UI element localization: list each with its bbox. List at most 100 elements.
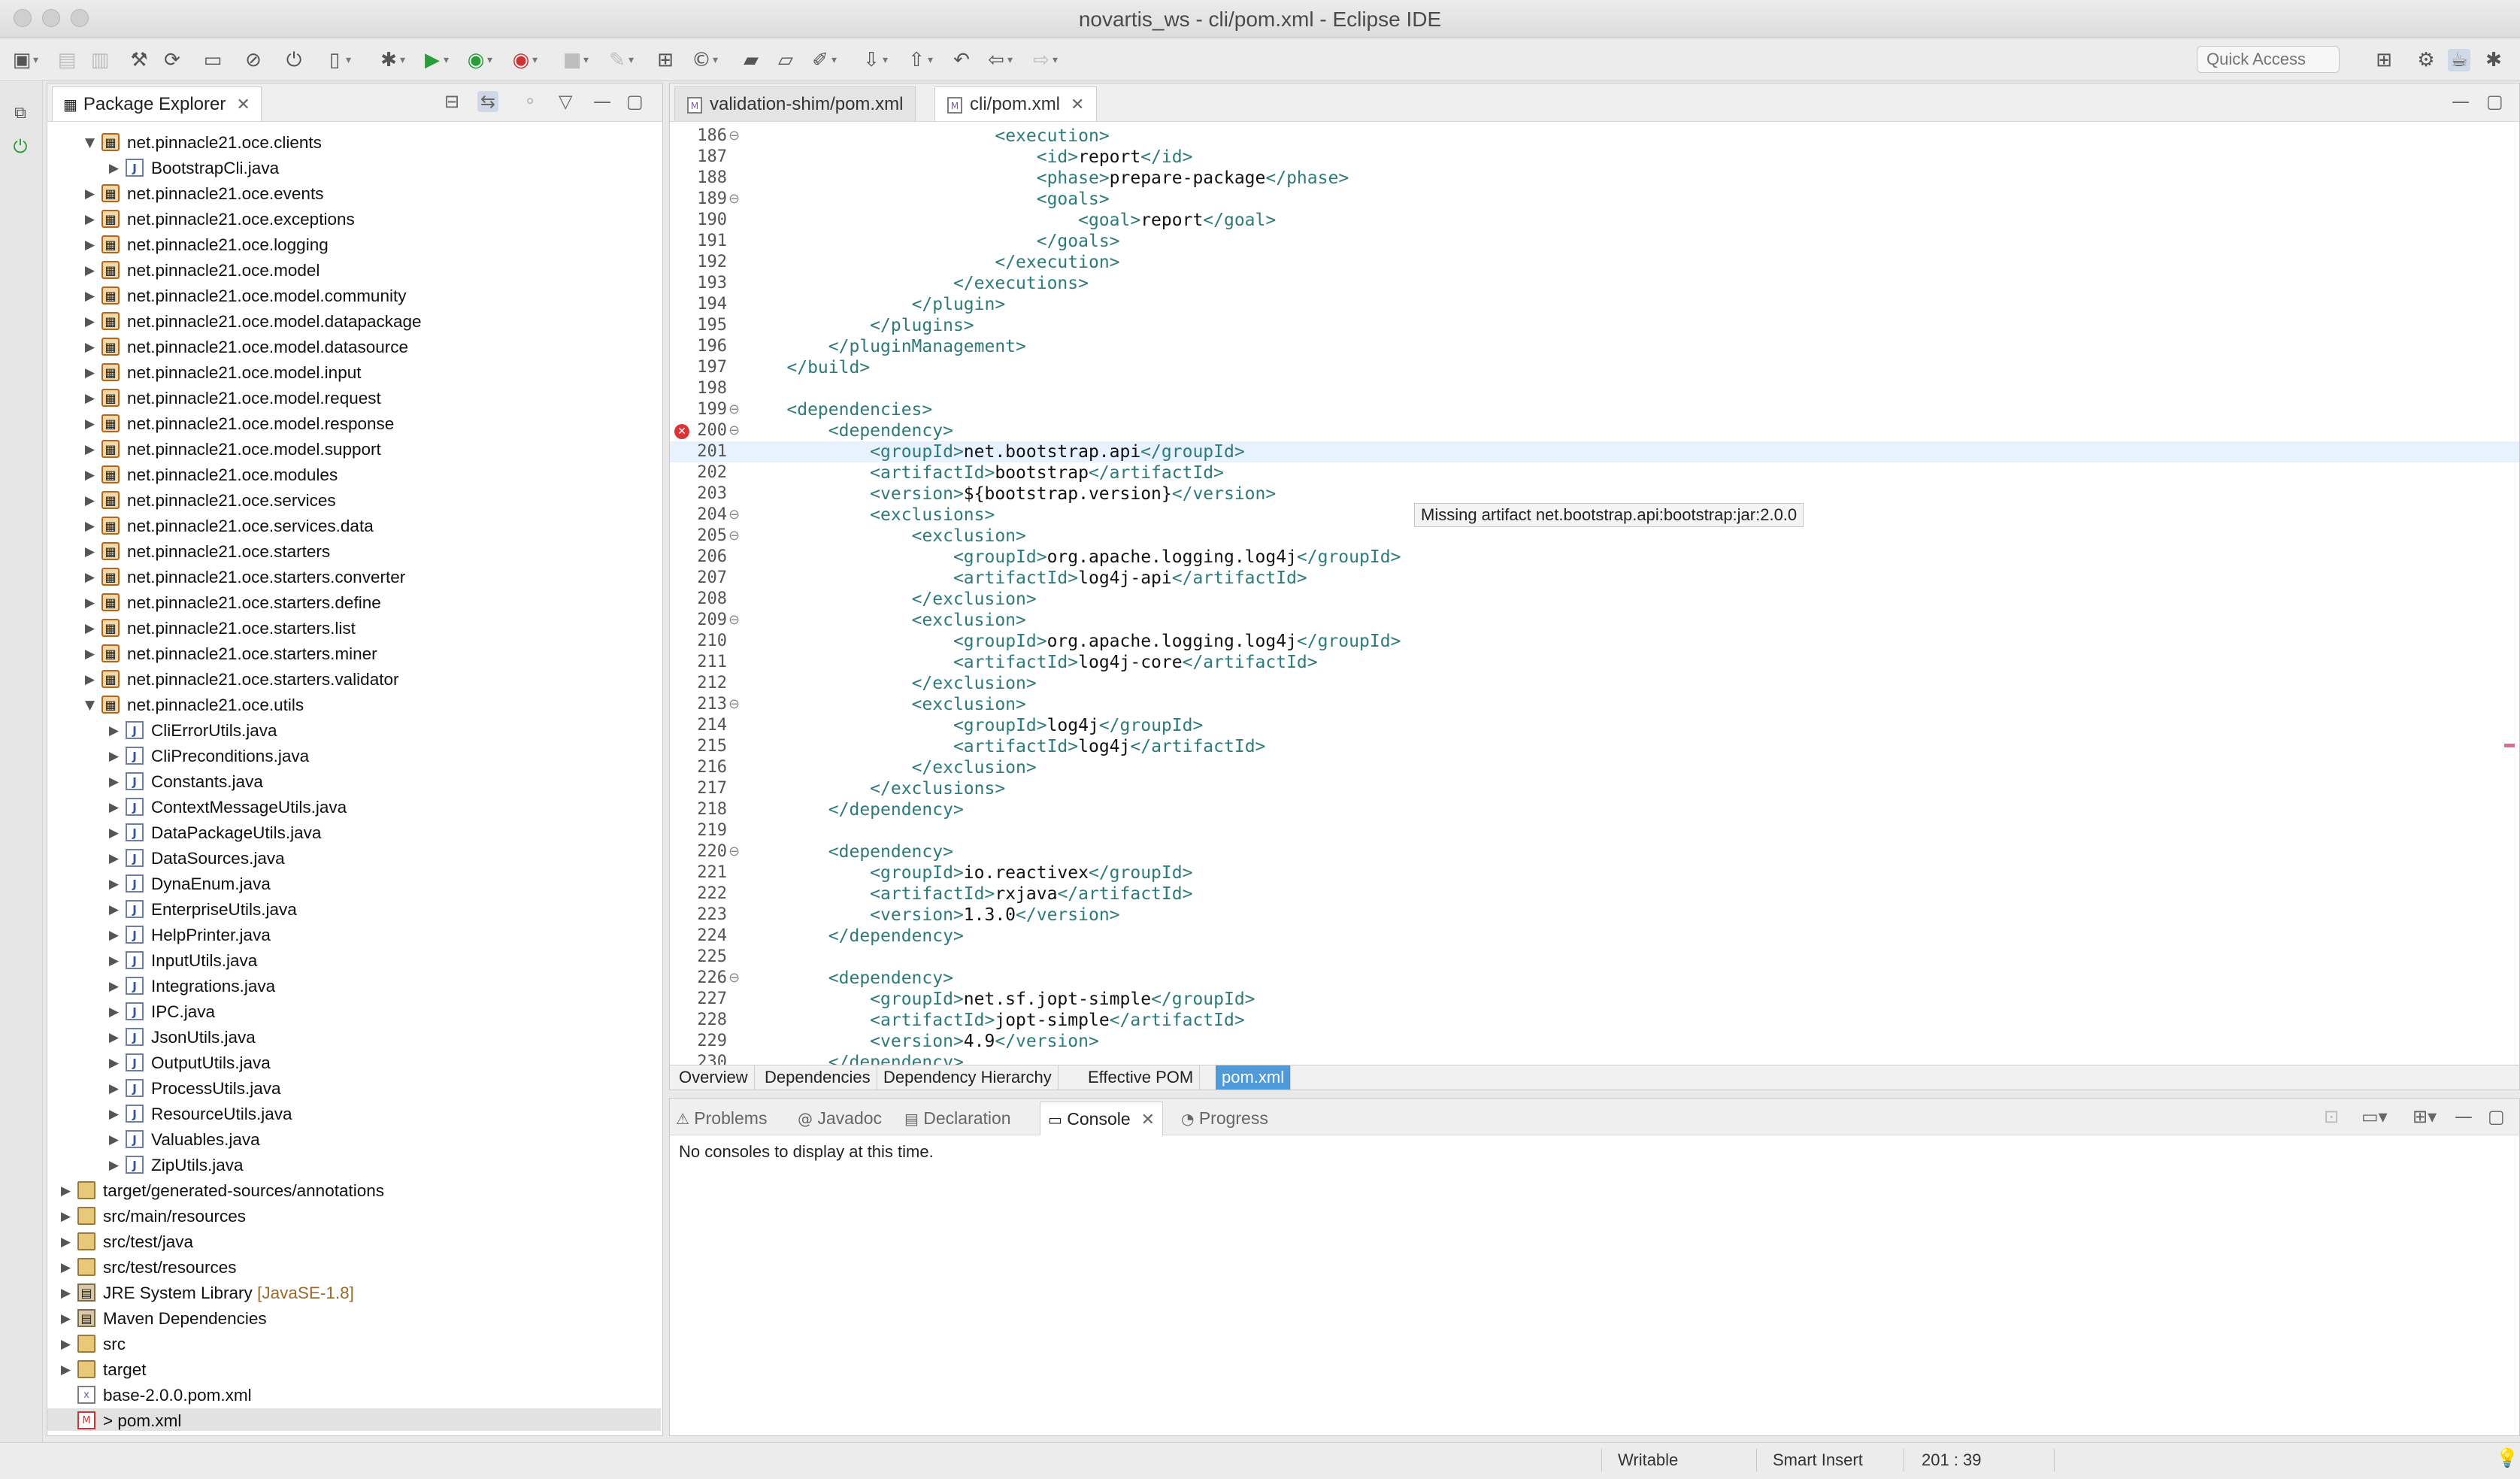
- fold-toggle-icon[interactable]: ⊖: [728, 610, 740, 631]
- code-line[interactable]: 221 <groupId>io.reactivex</groupId>: [670, 862, 2519, 883]
- tree-item[interactable]: ▶ J Valuables.java: [47, 1127, 661, 1153]
- expand-arrow-icon[interactable]: ▶: [61, 1332, 76, 1357]
- external-tools-icon[interactable]: ▯: [323, 49, 351, 71]
- code-line[interactable]: 230 </dependency>: [670, 1052, 2519, 1065]
- tip-lightbulb-icon[interactable]: 💡: [2496, 1447, 2518, 1468]
- tree-item[interactable]: ▶ ▦ net.pinnacle21.oce.model.request: [47, 386, 661, 411]
- package-explorer-tab[interactable]: ▦ Package Explorer ✕: [52, 86, 262, 121]
- tree-item[interactable]: ▶ J DynaEnum.java: [47, 871, 661, 897]
- code-line[interactable]: 192 </execution>: [670, 252, 2519, 273]
- servers-icon[interactable]: ⏻: [9, 135, 32, 158]
- code-line[interactable]: 201 <groupId>net.bootstrap.api</groupId>: [670, 441, 2519, 462]
- fold-toggle-icon[interactable]: ⊖: [728, 420, 740, 441]
- skip-breakpoints-icon[interactable]: ⊘: [242, 49, 265, 71]
- tree-item[interactable]: ▶ J HelpPrinter.java: [47, 923, 661, 948]
- tree-item[interactable]: ▶ J BootstrapCli.java: [47, 156, 661, 181]
- collapse-all-icon[interactable]: ⊟: [444, 91, 459, 112]
- code-line[interactable]: 229 <version>4.9</version>: [670, 1031, 2519, 1052]
- tree-item[interactable]: ▶ J Constants.java: [47, 769, 661, 795]
- code-line[interactable]: 225: [670, 947, 2519, 968]
- disabled-tool-icon[interactable]: ■: [561, 49, 589, 71]
- pom-tab-overview[interactable]: Overview: [673, 1065, 755, 1090]
- expand-arrow-icon[interactable]: ▶: [85, 616, 100, 641]
- code-line[interactable]: ✕ 200 ⊖ <dependency>: [670, 420, 2519, 441]
- tree-item[interactable]: x base-2.0.0.pom.xml: [47, 1383, 661, 1408]
- java-perspective-icon[interactable]: ☕: [2448, 49, 2470, 71]
- pom-tab-pom-xml[interactable]: pom.xml: [1216, 1065, 1292, 1090]
- coverage-icon[interactable]: ◉: [465, 49, 492, 71]
- code-line[interactable]: 226 ⊖ <dependency>: [670, 968, 2519, 989]
- expand-arrow-icon[interactable]: ▶: [109, 1102, 124, 1127]
- expand-arrow-icon[interactable]: ▶: [109, 156, 124, 181]
- code-line[interactable]: 191 </goals>: [670, 231, 2519, 252]
- fold-toggle-icon[interactable]: ⊖: [728, 399, 740, 420]
- expand-arrow-icon[interactable]: ▶: [85, 283, 100, 309]
- tree-item[interactable]: ▶ J IPC.java: [47, 999, 661, 1025]
- code-line[interactable]: 203 <version>${bootstrap.version}</versi…: [670, 483, 2519, 505]
- last-edit-location-icon[interactable]: ↶: [950, 49, 973, 71]
- close-icon[interactable]: ✕: [236, 88, 250, 123]
- expand-arrow-icon[interactable]: ▶: [109, 1050, 124, 1076]
- expand-arrow-icon[interactable]: ▶: [85, 539, 100, 565]
- open-perspective-icon[interactable]: ⊞: [2373, 49, 2395, 71]
- tab-declaration[interactable]: ▤ Declaration: [904, 1102, 1011, 1135]
- code-line[interactable]: 219: [670, 820, 2519, 841]
- tree-item[interactable]: ▶ ▦ net.pinnacle21.oce.modules: [47, 462, 661, 488]
- expand-arrow-icon[interactable]: ▶: [109, 923, 124, 948]
- minimize-icon[interactable]: —: [2455, 1106, 2473, 1127]
- code-line[interactable]: 188 <phase>prepare-package</phase>: [670, 168, 2519, 189]
- fold-toggle-icon[interactable]: ⊖: [728, 189, 740, 210]
- tree-item[interactable]: ▶ ▦ net.pinnacle21.oce.exceptions: [47, 207, 661, 232]
- previous-annotation-icon[interactable]: ⇧: [905, 49, 933, 71]
- fold-toggle-icon[interactable]: ⊖: [728, 126, 740, 147]
- build-icon[interactable]: ⚒: [128, 49, 150, 71]
- tree-item[interactable]: ▶ J ZipUtils.java: [47, 1153, 661, 1178]
- expand-arrow-icon[interactable]: ▶: [109, 795, 124, 820]
- code-line[interactable]: 213 ⊖ <exclusion>: [670, 694, 2519, 715]
- expand-arrow-icon[interactable]: ▶: [109, 769, 124, 795]
- expand-arrow-icon[interactable]: ▶: [85, 514, 100, 539]
- external-run-icon[interactable]: ◉: [510, 49, 538, 71]
- fold-toggle-icon[interactable]: ⊖: [728, 968, 740, 989]
- code-line[interactable]: 210 <groupId>org.apache.logging.log4j</g…: [670, 631, 2519, 652]
- run-icon[interactable]: ▶: [421, 49, 449, 71]
- code-line[interactable]: 193 </executions>: [670, 273, 2519, 294]
- code-line[interactable]: 217 </exclusions>: [670, 778, 2519, 799]
- expand-arrow-icon[interactable]: ▶: [61, 1306, 76, 1332]
- tree-item[interactable]: ▶ J CliPreconditions.java: [47, 744, 661, 769]
- tree-item[interactable]: ▶ J CliErrorUtils.java: [47, 718, 661, 744]
- expand-arrow-icon[interactable]: ▶: [85, 232, 100, 258]
- expand-arrow-icon[interactable]: ▶: [109, 1153, 124, 1178]
- code-line[interactable]: 222 <artifactId>rxjava</artifactId>: [670, 883, 2519, 905]
- expand-arrow-icon[interactable]: ▶: [85, 462, 100, 488]
- tree-item[interactable]: ▼ ▦ net.pinnacle21.oce.clients: [47, 130, 661, 156]
- tab-progress[interactable]: ◔ Progress: [1181, 1102, 1268, 1135]
- tree-item[interactable]: ▶ ▦ net.pinnacle21.oce.events: [47, 181, 661, 207]
- expand-arrow-icon[interactable]: ▶: [109, 897, 124, 923]
- view-menu-icon[interactable]: ▽: [559, 91, 572, 112]
- tree-item[interactable]: ▶ ▦ net.pinnacle21.oce.model.support: [47, 437, 661, 462]
- close-icon[interactable]: ✕: [1071, 88, 1084, 123]
- code-line[interactable]: 197 </build>: [670, 357, 2519, 378]
- expand-arrow-icon[interactable]: ▶: [109, 1025, 124, 1050]
- tree-item[interactable]: ▶ src: [47, 1332, 661, 1357]
- overview-error-marker[interactable]: [2504, 744, 2515, 747]
- expand-arrow-icon[interactable]: ▶: [109, 846, 124, 871]
- expand-arrow-icon[interactable]: ▶: [85, 360, 100, 386]
- code-line[interactable]: 194 </plugin>: [670, 294, 2519, 315]
- code-line[interactable]: 214 <groupId>log4j</groupId>: [670, 715, 2519, 736]
- expand-arrow-icon[interactable]: ▶: [109, 948, 124, 974]
- tree-item[interactable]: ▼ ▦ net.pinnacle21.oce.utils: [47, 693, 661, 718]
- tree-item[interactable]: ▶ ▤ Maven Dependencies: [47, 1306, 661, 1332]
- save-icon[interactable]: ▤: [56, 49, 78, 71]
- expand-arrow-icon[interactable]: ▶: [61, 1255, 76, 1280]
- tree-item[interactable]: ▶ J Integrations.java: [47, 974, 661, 999]
- tree-item[interactable]: ▶ src/test/resources: [47, 1255, 661, 1280]
- expand-arrow-icon[interactable]: ▶: [85, 181, 100, 207]
- forward-icon[interactable]: ⇨: [1030, 49, 1058, 71]
- code-line[interactable]: 212 </exclusion>: [670, 673, 2519, 694]
- pom-tab-effective-pom[interactable]: Effective POM: [1082, 1065, 1201, 1090]
- code-line[interactable]: 208 </exclusion>: [670, 589, 2519, 610]
- back-icon[interactable]: ⇦: [985, 49, 1013, 71]
- expand-arrow-icon[interactable]: ▶: [85, 411, 100, 437]
